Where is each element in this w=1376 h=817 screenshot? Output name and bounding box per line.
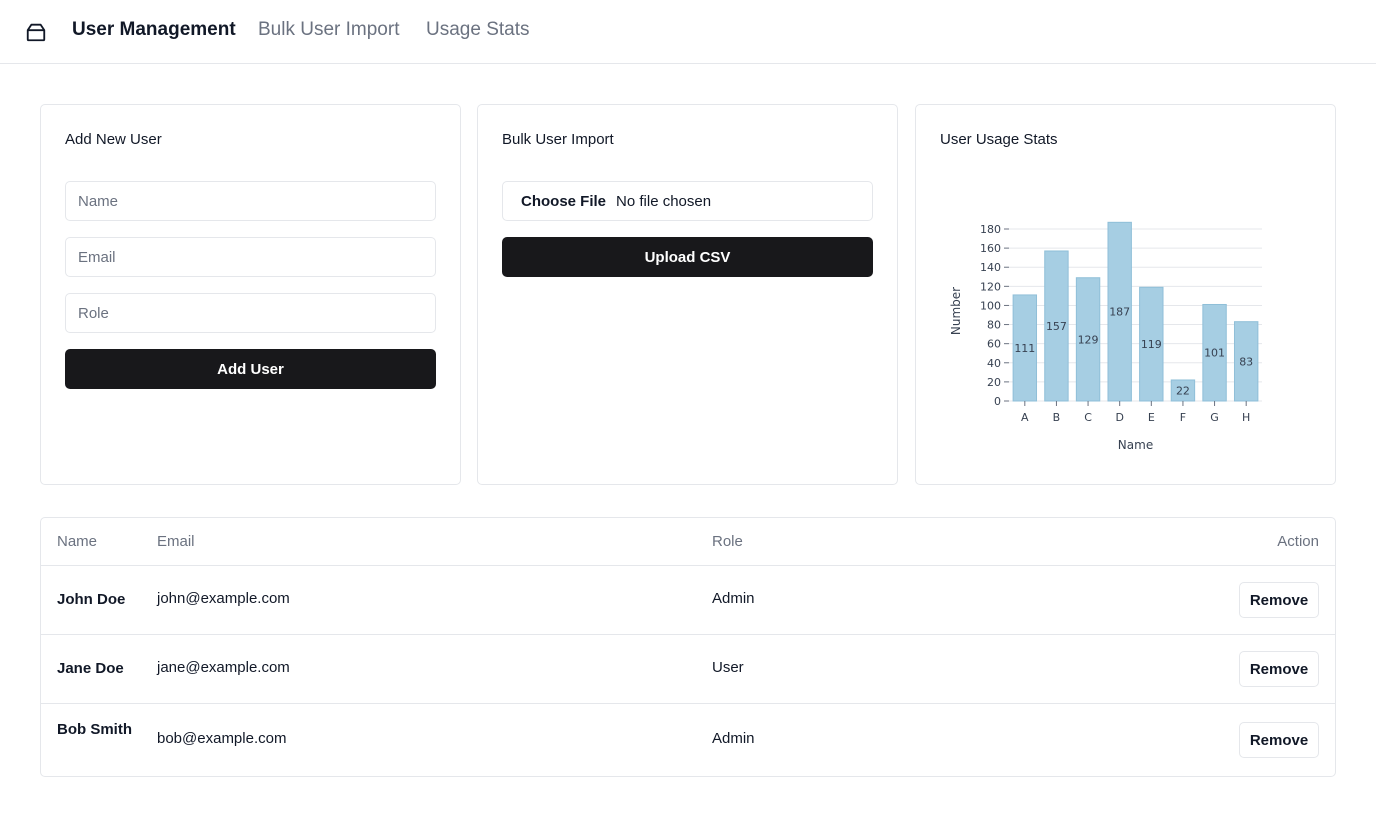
- user-name: Bob Smith: [57, 721, 132, 738]
- user-role: Admin: [712, 730, 755, 747]
- user-email: jane@example.com: [157, 659, 290, 676]
- user-email: john@example.com: [157, 590, 290, 607]
- user-role: User: [712, 659, 744, 676]
- bulk-import-card: Bulk User Import Choose File No file cho…: [477, 104, 898, 485]
- nav-user-management[interactable]: User Management: [72, 19, 236, 41]
- remove-button[interactable]: Remove: [1239, 722, 1319, 758]
- bulk-import-title: Bulk User Import: [502, 131, 614, 148]
- table-row: Bob Smith bob@example.com Admin Remove: [41, 703, 1335, 776]
- user-email: bob@example.com: [157, 730, 287, 747]
- bar-value-label: 22: [1176, 384, 1190, 397]
- remove-button[interactable]: Remove: [1239, 651, 1319, 687]
- nav-bulk-user-import[interactable]: Bulk User Import: [258, 19, 399, 41]
- table-row: Jane Doe jane@example.com User Remove: [41, 634, 1335, 703]
- bar-value-label: 129: [1078, 333, 1099, 346]
- y-tick-label: 20: [987, 376, 1001, 389]
- user-name: John Doe: [57, 591, 126, 608]
- y-tick-label: 40: [987, 357, 1001, 370]
- x-tick-label: H: [1242, 411, 1250, 424]
- remove-button[interactable]: Remove: [1239, 582, 1319, 618]
- column-header-role: Role: [712, 533, 743, 550]
- y-tick-label: 0: [994, 395, 1001, 408]
- x-tick-label: A: [1021, 411, 1029, 424]
- add-user-title: Add New User: [65, 131, 162, 148]
- user-role: Admin: [712, 590, 755, 607]
- bar-value-label: 187: [1109, 306, 1130, 319]
- package-icon[interactable]: [25, 21, 47, 43]
- usage-stats-card: User Usage Stats 0 20 40 60 80 100 120 140 160 18…: [915, 104, 1336, 485]
- y-axis-label: Number: [949, 287, 963, 335]
- x-tick-label: C: [1084, 411, 1092, 424]
- table-row: John Doe john@example.com Admin Remove: [41, 565, 1335, 634]
- file-input[interactable]: Choose File No file chosen: [502, 181, 873, 221]
- bar-value-label: 119: [1141, 338, 1162, 351]
- column-header-action: Action: [1277, 533, 1319, 550]
- add-user-card: Add New User Add User: [40, 104, 461, 485]
- upload-csv-button[interactable]: Upload CSV: [502, 237, 873, 277]
- x-tick-label: F: [1180, 411, 1186, 424]
- x-tick-label: D: [1115, 411, 1123, 424]
- add-user-button[interactable]: Add User: [65, 349, 436, 389]
- y-tick-label: 180: [980, 223, 1001, 236]
- file-status: No file chosen: [616, 192, 712, 210]
- column-header-email: Email: [157, 533, 195, 550]
- user-name: Jane Doe: [57, 660, 124, 677]
- usage-stats-title: User Usage Stats: [940, 131, 1058, 148]
- bar-value-label: 101: [1204, 347, 1225, 360]
- x-tick-label: E: [1148, 411, 1155, 424]
- usage-bar-chart: 0 20 40 60 80 100 120 140 160 180 111 A 157 B 129 C 187 D…: [949, 221, 1262, 452]
- x-tick-label: B: [1053, 411, 1061, 424]
- y-tick-label: 140: [980, 261, 1001, 274]
- y-tick-label: 100: [980, 299, 1001, 312]
- name-input[interactable]: [65, 181, 436, 221]
- role-input[interactable]: [65, 293, 436, 333]
- choose-file-button[interactable]: Choose File: [521, 193, 606, 210]
- y-tick-label: 60: [987, 338, 1001, 351]
- y-tick-label: 80: [987, 319, 1001, 332]
- bar-value-label: 83: [1239, 355, 1253, 368]
- y-tick-label: 120: [980, 280, 1001, 293]
- bar-value-label: 111: [1014, 342, 1035, 355]
- top-nav: User Management Bulk User Import Usage S…: [0, 0, 1376, 64]
- y-tick-label: 160: [980, 242, 1001, 255]
- users-table: Name Email Role Action John Doe john@exa…: [40, 517, 1336, 777]
- column-header-name: Name: [57, 533, 98, 550]
- email-input[interactable]: [65, 237, 436, 277]
- bar-value-label: 157: [1046, 320, 1067, 333]
- x-axis-label: Name: [1118, 438, 1153, 452]
- nav-usage-stats[interactable]: Usage Stats: [426, 19, 530, 41]
- x-tick-label: G: [1210, 411, 1219, 424]
